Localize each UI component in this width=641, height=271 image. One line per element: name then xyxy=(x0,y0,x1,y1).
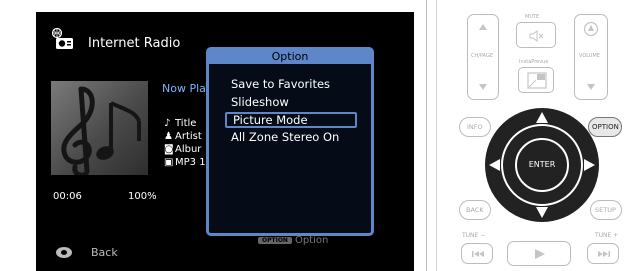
internet-radio-icon xyxy=(51,27,73,49)
option-button[interactable]: OPTION xyxy=(588,117,622,137)
remote-control: CH/PAGE MUTE InstaPrevue VOLUME INFO OPT… xyxy=(436,0,641,271)
previous-button[interactable] xyxy=(461,243,493,264)
arrow-up-icon[interactable] xyxy=(535,111,549,124)
volume-up-icon xyxy=(583,21,599,37)
ch-down-icon xyxy=(479,84,487,90)
dpad[interactable]: ENTER xyxy=(485,108,599,222)
arrow-down-icon[interactable] xyxy=(535,206,549,219)
track-artist: ♟ Artist xyxy=(164,131,202,142)
tune-minus-label: TUNE − xyxy=(462,232,486,239)
note-icon: ♪ xyxy=(164,118,171,129)
track-title: ♪ Title xyxy=(164,118,197,129)
tune-plus-label: TUNE + xyxy=(595,232,619,239)
format-icon: ▣ xyxy=(164,157,174,168)
now-playing-label: Now Pla xyxy=(162,82,206,95)
mute-button[interactable] xyxy=(516,22,556,48)
back-button-label: BACK xyxy=(466,206,484,214)
track-format: ▣ MP3 1 xyxy=(164,157,206,168)
enter-button[interactable]: ENTER xyxy=(515,138,569,192)
setup-button-label: SETUP xyxy=(595,206,616,214)
option-label: OPTION xyxy=(592,123,619,131)
next-icon xyxy=(598,251,610,257)
option-popup: Option Save to Favorites Slideshow Pictu… xyxy=(206,47,374,236)
menu-item-all-zone-stereo-on[interactable]: All Zone Stereo On xyxy=(231,130,339,144)
mute-icon xyxy=(529,30,544,42)
previous-icon xyxy=(472,251,484,257)
ch-up-icon xyxy=(479,24,487,30)
menu-item-slideshow[interactable]: Slideshow xyxy=(231,95,289,109)
arrow-left-icon[interactable] xyxy=(488,158,501,172)
setup-button[interactable]: SETUP xyxy=(590,200,622,220)
tv-screen: Internet Radio Now Pla ♪ Title ♟ Artist ◙A… xyxy=(36,12,414,271)
buffer-percent: 100% xyxy=(128,191,157,202)
mute-label: MUTE xyxy=(525,14,540,20)
info-button[interactable]: INFO xyxy=(459,117,491,137)
divider xyxy=(426,0,427,271)
insta-prevue-label: InstaPrevue xyxy=(519,59,549,65)
elapsed-time: 00:06 xyxy=(53,191,82,202)
menu-item-picture-mode[interactable]: Picture Mode xyxy=(225,112,357,128)
back-icon[interactable] xyxy=(56,247,72,258)
play-button[interactable] xyxy=(507,241,571,266)
next-button[interactable] xyxy=(587,243,619,264)
option-hint: OPTION Option xyxy=(258,235,328,246)
volume-label: VOLUME xyxy=(579,53,600,59)
menu-item-save-to-favorites[interactable]: Save to Favorites xyxy=(231,77,330,91)
play-icon xyxy=(535,249,545,259)
back-label[interactable]: Back xyxy=(91,246,118,259)
back-button[interactable]: BACK xyxy=(459,200,491,220)
album-art xyxy=(51,81,148,178)
arrow-right-icon[interactable] xyxy=(583,158,596,172)
option-hint-pill: OPTION xyxy=(258,236,292,244)
info-label: INFO xyxy=(467,123,483,131)
disc-icon: ◙ xyxy=(164,144,174,155)
person-icon: ♟ xyxy=(164,131,173,142)
insta-prevue-button[interactable] xyxy=(518,67,554,93)
source-title: Internet Radio xyxy=(88,36,181,51)
insta-prevue-icon xyxy=(527,72,547,89)
music-note-icon xyxy=(61,86,141,178)
ch-page-label: CH/PAGE xyxy=(471,53,493,59)
popup-title: Option xyxy=(209,50,371,64)
track-album: ◙Albur xyxy=(164,144,202,155)
volume-down-icon xyxy=(587,84,595,90)
